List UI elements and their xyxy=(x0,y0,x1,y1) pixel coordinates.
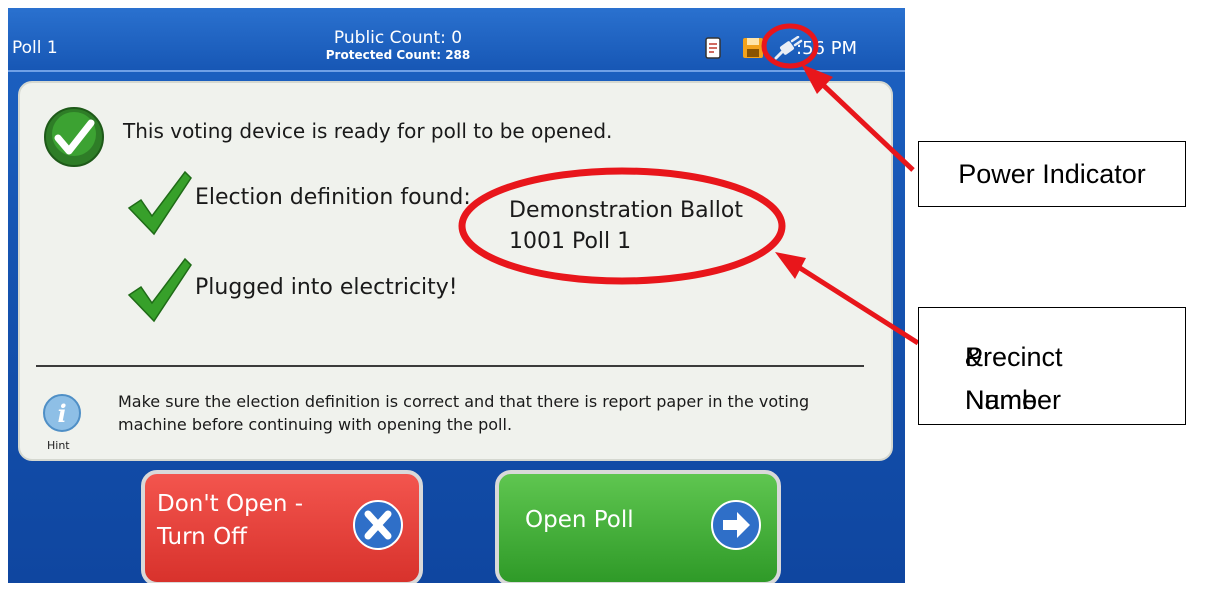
precinct-callout-line2: & Number xyxy=(965,342,1062,415)
power-indicator-arrow xyxy=(818,80,915,172)
power-indicator-callout: Power Indicator xyxy=(918,141,1186,207)
precinct-highlight xyxy=(458,167,786,285)
precinct-arrow xyxy=(798,265,920,346)
precinct-arrowhead xyxy=(775,252,806,279)
annotation-overlay xyxy=(458,23,920,346)
power-indicator-highlight xyxy=(761,23,819,69)
precinct-callout: Precinct Name & Number xyxy=(918,307,1186,425)
